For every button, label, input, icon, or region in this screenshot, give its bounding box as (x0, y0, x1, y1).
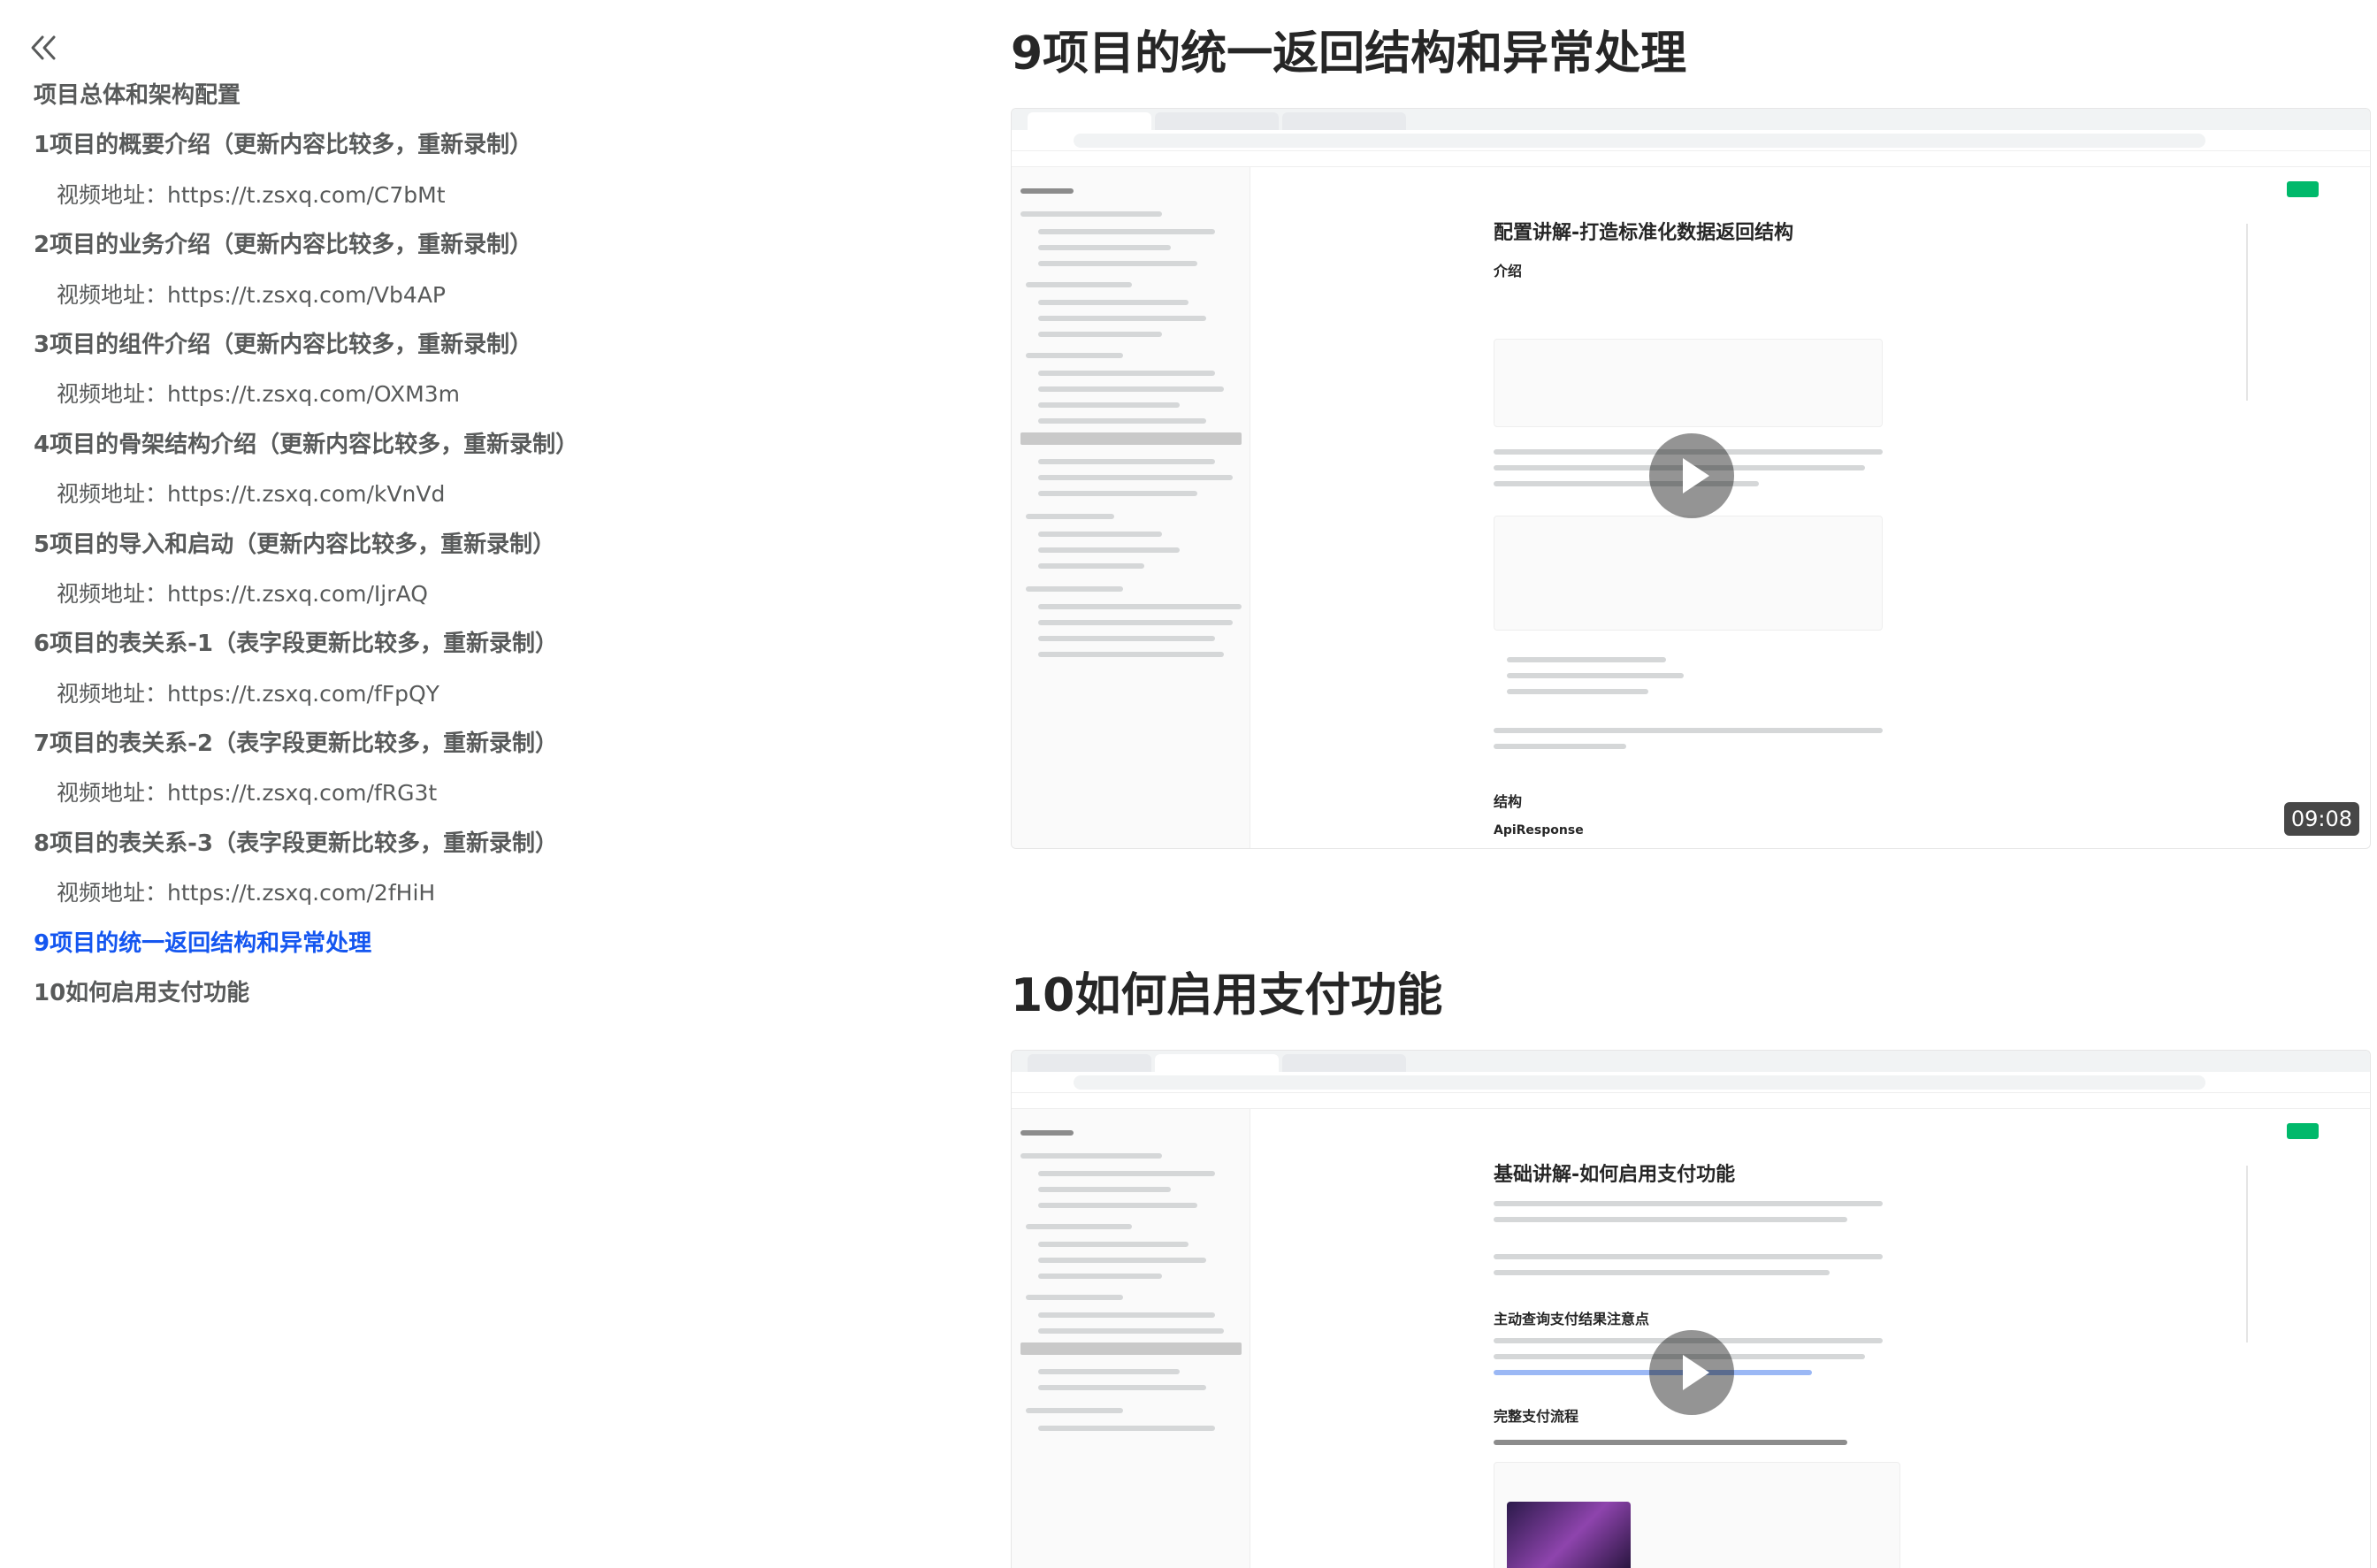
doc-title-preview: 基础讲解-如何启用支付功能 (1494, 1164, 1736, 1186)
code-block-preview (1494, 516, 1883, 631)
browser-tab (1028, 1054, 1151, 1072)
browser-tab (1155, 1054, 1279, 1072)
video-player[interactable]: 配置讲解-打造标准化数据返回结构 介绍 结构 ApiResponse 09:08 (1011, 108, 2371, 849)
toc-heading-4[interactable]: 4项目的骨架结构介绍（更新内容比较多，重新录制） (34, 427, 944, 477)
doc-heading-preview: 完整支付流程 (1494, 1408, 1579, 1425)
toc-video-link-2[interactable]: 视频地址：https://t.zsxq.com/Vb4AP (34, 278, 944, 327)
doc-outline-preview (2246, 224, 2352, 401)
toc-heading-8[interactable]: 8项目的表关系-3（表字段更新比较多，重新录制） (34, 826, 944, 876)
table-of-contents: 项目总体和架构配置 1项目的概要介绍（更新内容比较多，重新录制） 视频地址：ht… (0, 0, 955, 1568)
doc-title-preview: 配置讲解-打造标准化数据返回结构 (1494, 222, 1794, 244)
toc-heading-9-active[interactable]: 9项目的统一返回结构和异常处理 (34, 926, 944, 975)
address-field (1074, 1075, 2205, 1090)
toc-heading-1[interactable]: 1项目的概要介绍（更新内容比较多，重新录制） (34, 127, 944, 177)
browser-bookmarks-bar (1012, 1093, 2370, 1109)
video-duration: 09:08 (2283, 802, 2359, 836)
doc-heading-preview: 结构 (1494, 793, 1523, 810)
browser-tab (1282, 112, 1406, 130)
toc-heading-2[interactable]: 2项目的业务介绍（更新内容比较多，重新录制） (34, 227, 944, 277)
browser-tab (1028, 112, 1151, 130)
browser-address-bar (1012, 1072, 2370, 1093)
address-field (1074, 134, 2205, 148)
video-player[interactable]: 基础讲解-如何启用支付功能 主动查询支付结果注意点 完整支付流程 (1011, 1050, 2371, 1568)
double-chevron-left-icon[interactable] (28, 32, 60, 64)
doc-heading-preview: 主动查询支付结果注意点 (1494, 1311, 1650, 1327)
doc-sidebar-preview (1012, 167, 1250, 848)
browser-tab-strip (1012, 109, 2370, 130)
toc-video-link-3[interactable]: 视频地址：https://t.zsxq.com/OXM3m (34, 377, 944, 426)
section-title: 10如何启用支付功能 (1011, 969, 1443, 1022)
content-section-10: 10如何启用支付功能 基础讲解-如何启用支付功能 主动查询支付结果注意点 完整支… (1011, 965, 2373, 1568)
play-icon[interactable] (1649, 1330, 1734, 1415)
browser-tab-strip (1012, 1051, 2370, 1072)
play-icon[interactable] (1649, 433, 1734, 518)
browser-address-bar (1012, 130, 2370, 151)
share-button-preview (2287, 1123, 2319, 1139)
section-title: 9项目的统一返回结构和异常处理 (1011, 27, 1687, 80)
toc-video-link-5[interactable]: 视频地址：https://t.zsxq.com/IjrAQ (34, 577, 944, 626)
content-section-9: 9项目的统一返回结构和异常处理 配置讲解-打造标准化数据返回结构 介绍 结构 A… (1011, 23, 2373, 849)
concert-poster-image (1507, 1502, 1631, 1568)
toc-video-link-7[interactable]: 视频地址：https://t.zsxq.com/fRG3t (34, 776, 944, 825)
doc-heading-preview: ApiResponse (1494, 823, 1584, 838)
doc-heading-preview: 介绍 (1494, 263, 1523, 279)
toc-video-link-4[interactable]: 视频地址：https://t.zsxq.com/kVnVd (34, 477, 944, 526)
toc-heading-10[interactable]: 10如何启用支付功能 (34, 975, 944, 1025)
toc-video-link-8[interactable]: 视频地址：https://t.zsxq.com/2fHiH (34, 876, 944, 925)
toc-video-link-1[interactable]: 视频地址：https://t.zsxq.com/C7bMt (34, 178, 944, 227)
browser-tab (1282, 1054, 1406, 1072)
toc-video-link-6[interactable]: 视频地址：https://t.zsxq.com/fFpQY (34, 677, 944, 726)
share-button-preview (2287, 181, 2319, 197)
code-block-preview (1494, 339, 1883, 427)
toc-heading-architecture[interactable]: 项目总体和架构配置 (34, 78, 944, 127)
browser-bookmarks-bar (1012, 151, 2370, 167)
toc-heading-7[interactable]: 7项目的表关系-2（表字段更新比较多，重新录制） (34, 726, 944, 776)
doc-outline-preview (2246, 1166, 2352, 1342)
toc-heading-6[interactable]: 6项目的表关系-1（表字段更新比较多，重新录制） (34, 626, 944, 676)
toc-heading-3[interactable]: 3项目的组件介绍（更新内容比较多，重新录制） (34, 327, 944, 377)
doc-sidebar-preview (1012, 1109, 1250, 1568)
browser-tab (1155, 112, 1279, 130)
toc-heading-5[interactable]: 5项目的导入和启动（更新内容比较多，重新录制） (34, 527, 944, 577)
toc-list: 项目总体和架构配置 1项目的概要介绍（更新内容比较多，重新录制） 视频地址：ht… (34, 78, 944, 1025)
